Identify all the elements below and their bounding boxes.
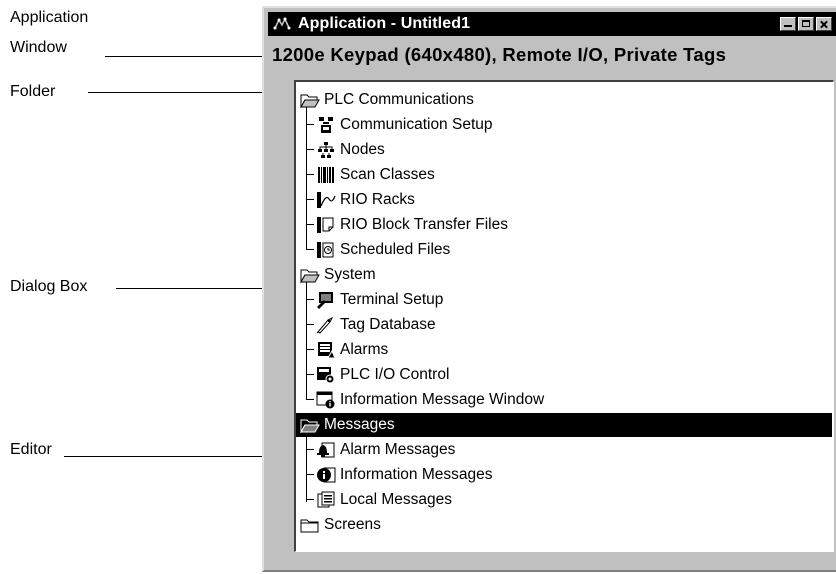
tree-connector [306,280,307,400]
tree-item-label: Scan Classes [340,166,435,183]
tree-branch [306,299,314,300]
callout-dialog-box: Dialog Box [10,278,88,295]
tree-branch [306,149,314,150]
information-messages-icon [316,466,336,484]
tree-branch [306,174,314,175]
folder-label: Messages [324,416,395,433]
tree-item-information-message-window[interactable]: Information Message Window [316,388,544,412]
minimize-button[interactable] [780,17,796,31]
project-tree[interactable]: PLC Communications Communication Setup N… [294,80,834,552]
tree-item-label: RIO Racks [340,191,415,208]
tree-item-label: Tag Database [340,316,436,333]
open-folder-icon [300,91,320,109]
tree-branch [306,399,314,400]
tree-connector [306,106,307,250]
tree-item-scan-classes[interactable]: Scan Classes [316,163,435,187]
open-folder-icon [300,266,320,284]
tree-item-label: Nodes [340,141,385,158]
folder-plc-communications[interactable]: PLC Communications [300,88,474,112]
tree-item-information-messages[interactable]: Information Messages [316,463,493,487]
scheduled-file-icon [316,241,336,259]
tree-item-label: PLC I/O Control [340,366,450,383]
folder-label: System [324,266,376,283]
tree-branch [306,324,314,325]
tree-item-communication-setup[interactable]: Communication Setup [316,113,493,137]
tree-item-alarm-messages[interactable]: Alarm Messages [316,438,455,462]
tree-item-nodes[interactable]: Nodes [316,138,385,162]
tree-item-label: RIO Block Transfer Files [340,216,508,233]
network-setup-icon [316,116,336,134]
tree-branch [306,474,314,475]
plc-io-control-icon [316,366,336,384]
window-title: Application - Untitled1 [298,15,471,32]
tree-item-local-messages[interactable]: Local Messages [316,488,452,512]
tree-item-label: Alarms [340,341,389,358]
tree-branch [306,249,314,250]
tree-item-label: Communication Setup [340,116,493,133]
block-transfer-icon [316,216,336,234]
open-folder-icon [300,416,320,434]
tree-item-scheduled-files[interactable]: Scheduled Files [316,238,450,262]
callout-application-window-line1: Application [10,9,89,26]
folder-label: Screens [324,516,381,533]
title-bar[interactable]: Application - Untitled1 [268,12,836,36]
nodes-icon [316,141,336,159]
close-button[interactable] [816,17,832,31]
project-description: 1200e Keypad (640x480), Remote I/O, Priv… [272,44,727,65]
tree-item-terminal-setup[interactable]: Terminal Setup [316,288,443,312]
application-icon[interactable] [272,15,294,33]
tree-item-label: Information Messages [340,466,493,483]
alarm-messages-icon [316,441,336,459]
closed-folder-icon [300,516,320,534]
callout-editor: Editor [10,441,52,458]
barcode-icon [316,166,336,184]
rack-icon [316,191,336,209]
folder-label: PLC Communications [324,91,474,108]
maximize-button[interactable] [798,17,814,31]
tree-branch [306,349,314,350]
alarms-icon [316,341,336,359]
tree-branch [306,124,314,125]
folder-messages[interactable]: Messages [296,413,832,437]
tree-branch [306,199,314,200]
tree-branch [306,499,314,500]
tree-item-label: Scheduled Files [340,241,451,258]
terminal-setup-icon [316,291,336,309]
tree-item-tag-database[interactable]: Tag Database [316,313,436,337]
tree-item-label: Terminal Setup [340,291,444,308]
tree-item-rio-block-transfer-files[interactable]: RIO Block Transfer Files [316,213,508,237]
information-window-icon [316,391,336,409]
tree-item-label: Local Messages [340,491,453,508]
callout-application-window-line2: Window [10,39,67,56]
local-messages-icon [316,491,336,509]
tree-item-label: Alarm Messages [340,441,456,458]
callout-application-window-leader [105,56,265,57]
tree-branch [306,374,314,375]
callout-folder: Folder [10,83,56,100]
tree-item-alarms[interactable]: Alarms [316,338,388,362]
tree-item-rio-racks[interactable]: RIO Racks [316,188,415,212]
folder-system[interactable]: System [300,263,376,287]
folder-screens[interactable]: Screens [300,513,381,537]
tree-branch [306,224,314,225]
tag-database-icon [316,316,336,334]
tree-item-plc-io-control[interactable]: PLC I/O Control [316,363,449,387]
tree-connector [306,430,307,502]
application-window: Application - Untitled1 1200e Keypad (64… [262,6,836,572]
tree-branch [306,449,314,450]
tree-item-label: Information Message Window [340,391,545,408]
